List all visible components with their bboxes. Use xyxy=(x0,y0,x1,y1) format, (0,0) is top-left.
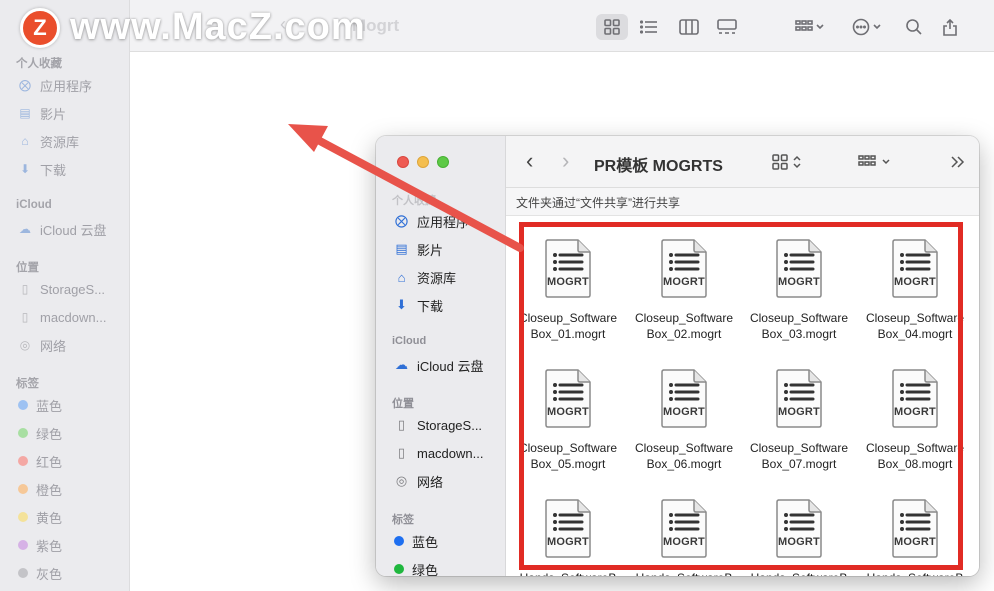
annotation-arrow xyxy=(288,124,524,252)
